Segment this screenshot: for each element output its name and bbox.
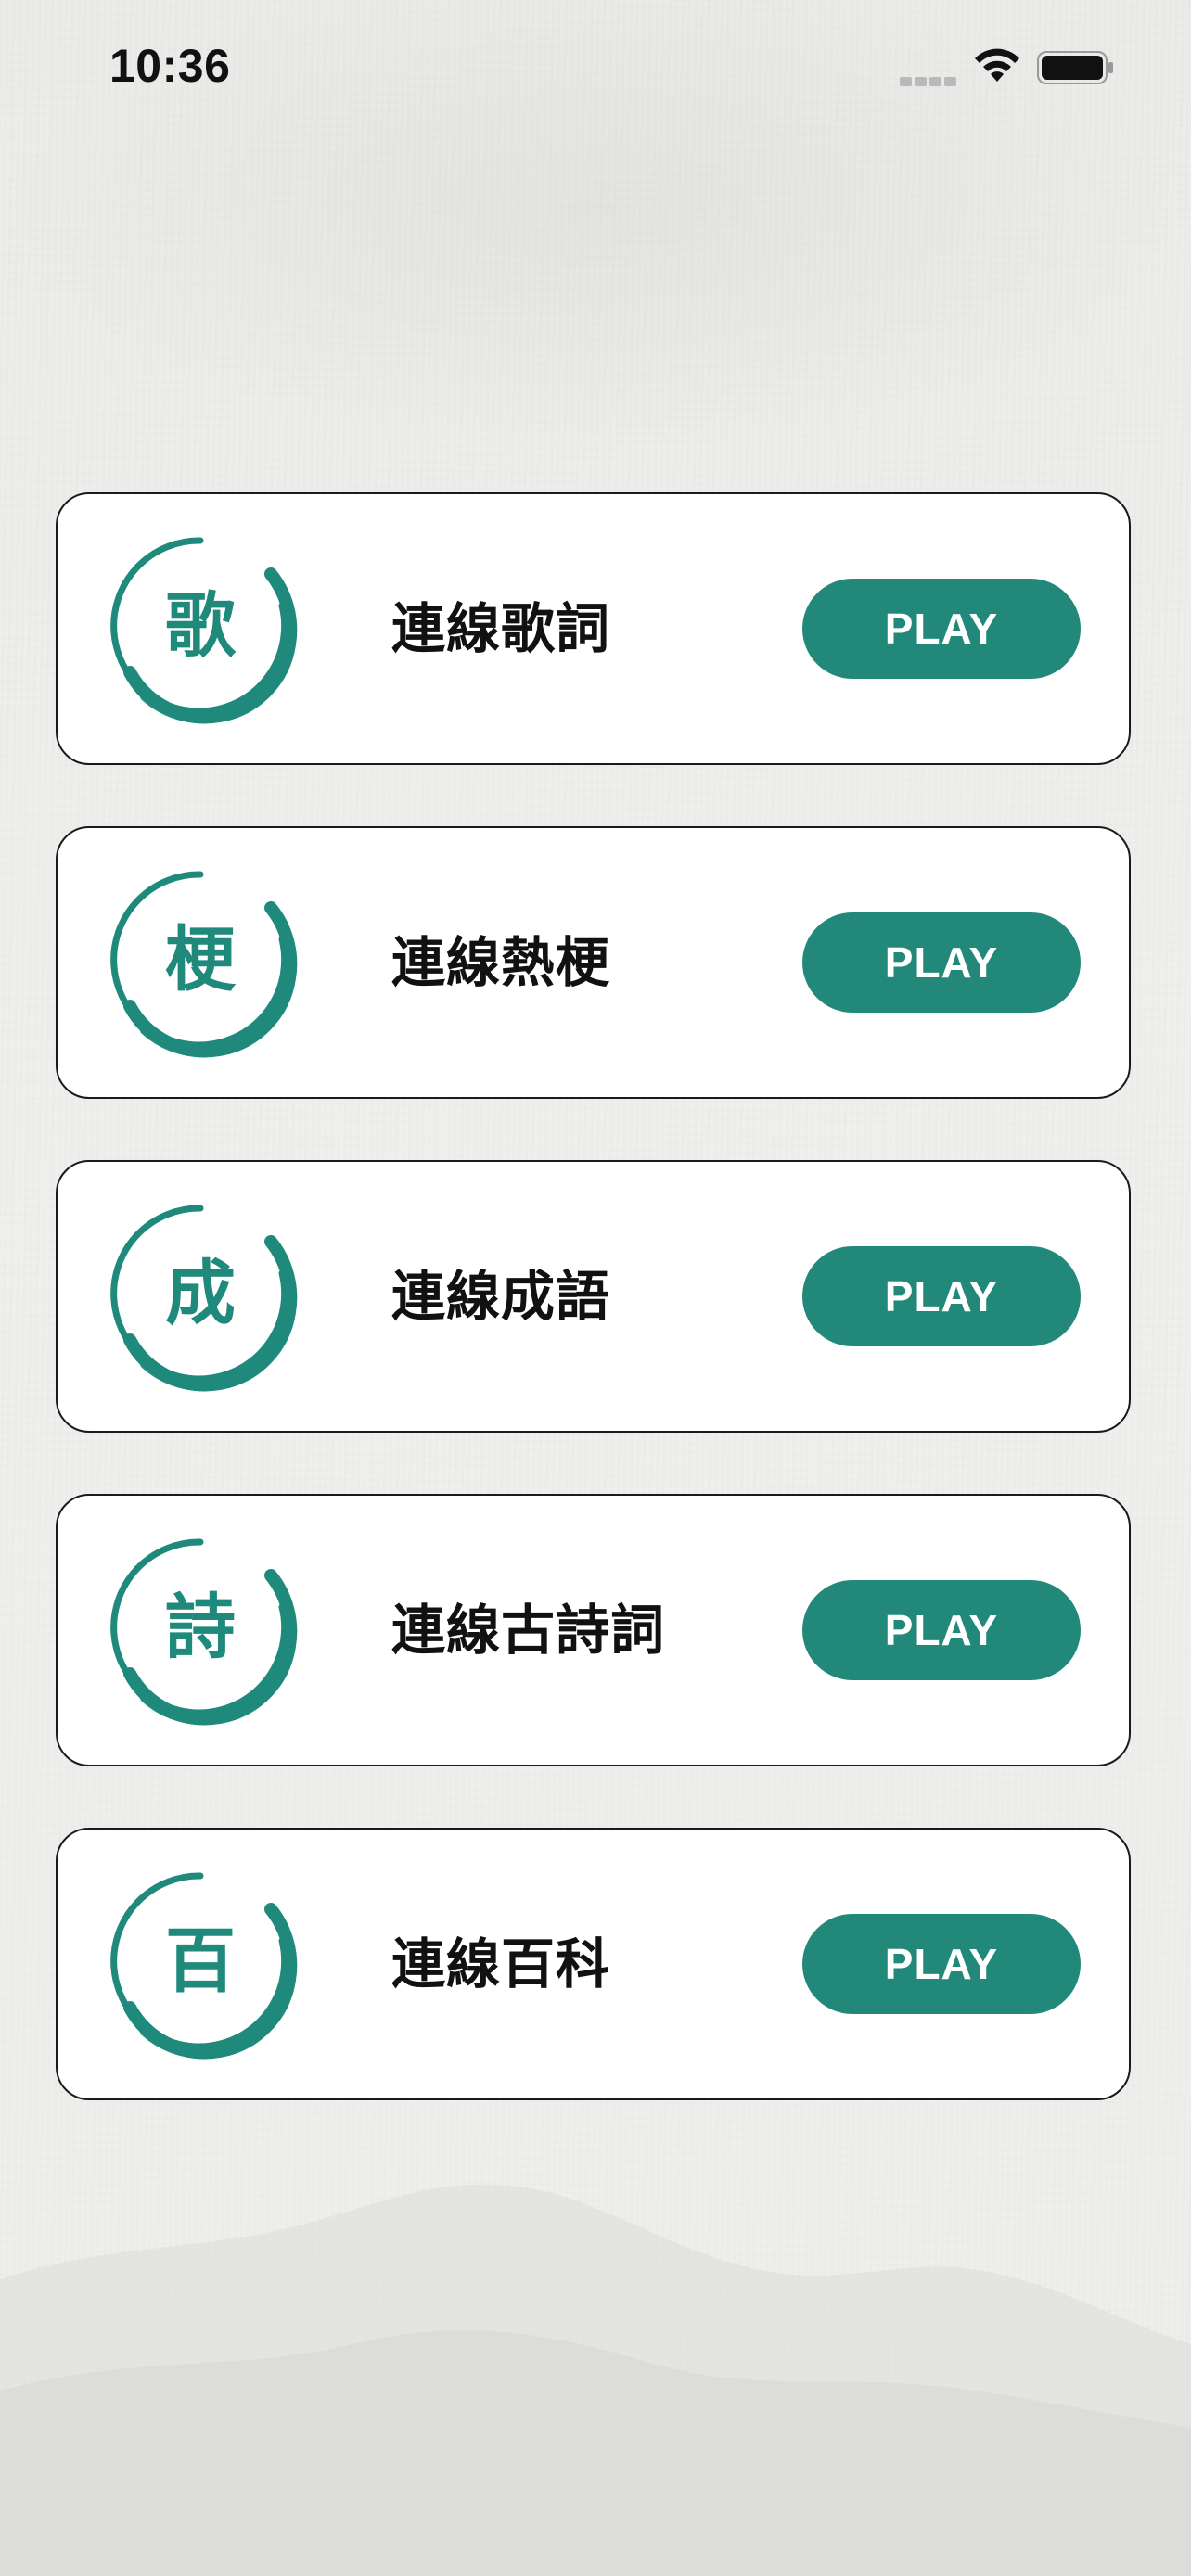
brush-circle-icon: 梗 (108, 867, 302, 1062)
wifi-icon (975, 48, 1019, 82)
play-button[interactable]: PLAY (802, 912, 1081, 1013)
play-button[interactable]: PLAY (802, 1580, 1081, 1680)
game-card-poetry: 詩 連線古詩詞 PLAY (56, 1494, 1131, 1766)
brush-circle-icon: 成 (108, 1201, 302, 1396)
card-title: 連線歌詞 (391, 597, 611, 660)
play-button[interactable]: PLAY (802, 1246, 1081, 1346)
card-icon-char: 歌 (165, 584, 236, 667)
play-button[interactable]: PLAY (802, 579, 1081, 679)
card-title: 連線熱梗 (391, 931, 611, 994)
signal-icon (900, 72, 959, 86)
brush-circle-icon: 詩 (108, 1535, 302, 1729)
mountain-silhouette (0, 2184, 1191, 2576)
card-title: 連線成語 (391, 1265, 611, 1328)
game-list: 歌 連線歌詞 PLAY 梗 連線熱梗 PLAY 成 連線成語 PLAY 詩 連線… (56, 492, 1134, 2162)
game-card-memes: 梗 連線熱梗 PLAY (56, 826, 1131, 1099)
card-icon-char: 百 (165, 1919, 236, 2002)
card-icon-char: 成 (165, 1252, 236, 1334)
card-title: 連線百科 (391, 1932, 611, 1996)
game-card-encyclopedia: 百 連線百科 PLAY (56, 1828, 1131, 2100)
play-button[interactable]: PLAY (802, 1914, 1081, 2014)
game-card-lyrics: 歌 連線歌詞 PLAY (56, 492, 1131, 765)
status-time: 10:36 (109, 40, 231, 92)
battery-icon (1037, 51, 1113, 84)
brush-circle-icon: 歌 (108, 533, 302, 728)
brush-circle-icon: 百 (108, 1868, 302, 2063)
card-title: 連線古詩詞 (391, 1599, 666, 1662)
game-card-idioms: 成 連線成語 PLAY (56, 1160, 1131, 1433)
card-icon-char: 梗 (165, 918, 236, 1001)
card-icon-char: 詩 (165, 1586, 236, 1668)
status-bar: 10:36 (0, 0, 1191, 130)
